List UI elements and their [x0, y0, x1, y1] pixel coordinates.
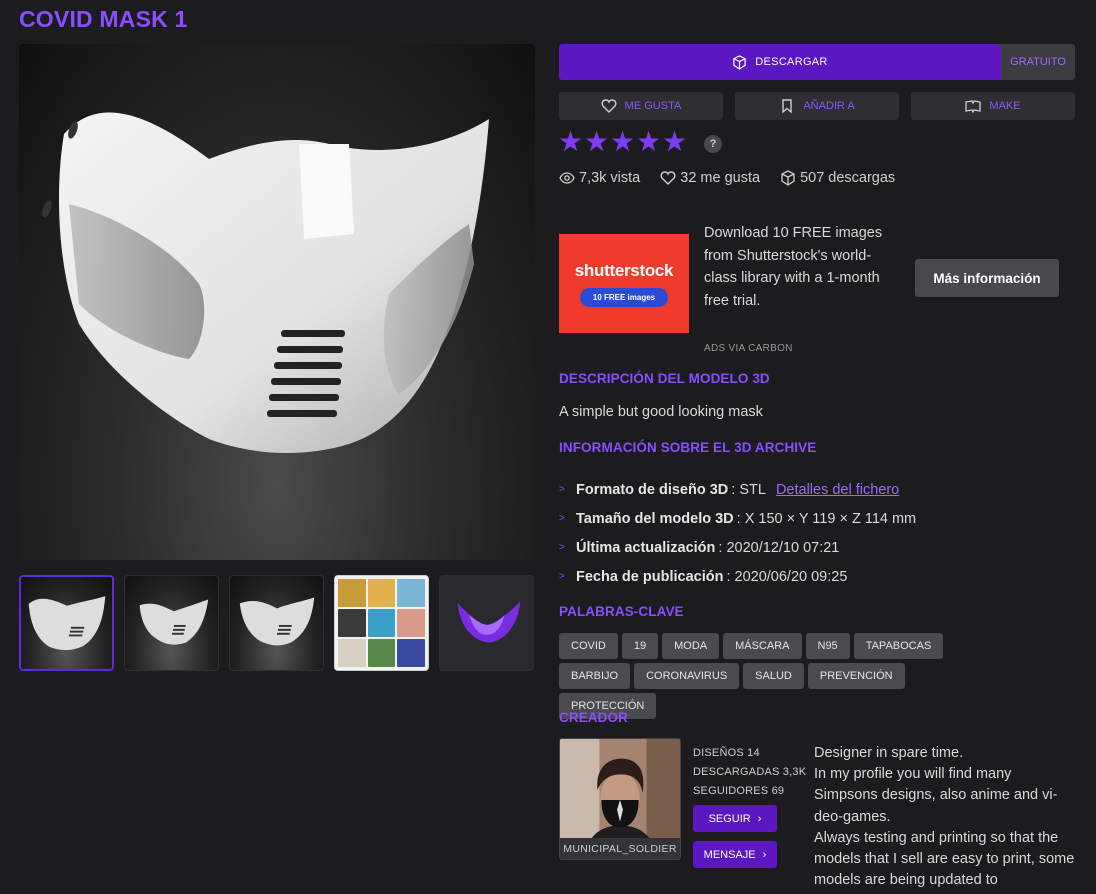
page-title: COVID MASK 1 [19, 6, 188, 32]
creator-stats: DISEÑOS 14 DESCARGADAS 3,3K SEGUIDORES 6… [693, 744, 806, 801]
description-heading: DESCRIPCIÓN DEL MODELO 3D [559, 371, 770, 386]
ad-text[interactable]: Download 10 FREE images from Shutterstoc… [704, 222, 899, 312]
bookmark-icon [782, 99, 793, 114]
bio-line: In my profile you will find many Simpson… [814, 766, 1058, 825]
heart-icon [601, 99, 617, 113]
add-to-label: AÑADIR A [803, 100, 855, 112]
keyword-tag[interactable]: MÁSCARA [723, 633, 802, 659]
downloads-stat: 507 descargas [780, 170, 895, 186]
info-size-row: > Tamaño del modelo 3D : X 150 × Y 119 ×… [559, 504, 1075, 533]
price-label: GRATUITO [1001, 44, 1075, 80]
ad-logo: shutterstock [574, 260, 674, 280]
creator-followers: SEGUIDORES 69 [693, 785, 785, 797]
ad-pill: 10 FREE images [579, 287, 669, 307]
download-bar: DESCARGAR GRATUITO [559, 44, 1075, 80]
box-icon [781, 170, 795, 186]
star-icon[interactable]: ★ [610, 128, 635, 156]
creator-designs[interactable]: DISEÑOS 14 [693, 744, 806, 763]
bio-line: Designer in spare time. [814, 745, 964, 761]
chevron-right-icon: › [757, 812, 762, 825]
info-heading: INFORMACIÓN SOBRE EL 3D ARCHIVE [559, 440, 817, 455]
mask-render-image [42, 112, 489, 454]
size-label: Tamaño del modelo 3D [576, 510, 734, 527]
download-label: DESCARGAR [755, 56, 828, 68]
star-icon[interactable]: ★ [584, 128, 609, 156]
downloads-count: 507 descargas [800, 170, 896, 186]
action-buttons: ME GUSTA AÑADIR A MAKE [559, 92, 1075, 120]
info-list: > Formato de diseño 3D : STL Detalles de… [559, 475, 1075, 591]
follow-button[interactable]: SEGUIR › [693, 805, 777, 832]
keyword-tag[interactable]: 19 [621, 633, 659, 659]
rating-stars[interactable]: ★ ★ ★ ★ ★ [558, 128, 687, 156]
chevron-right-icon: > [559, 484, 565, 495]
keyword-tag[interactable]: BARBIJO [559, 663, 631, 689]
ad-via[interactable]: ADS VIA CARBON [704, 343, 793, 354]
keyword-tag[interactable]: MODA [662, 633, 720, 659]
add-to-button[interactable]: AÑADIR A [735, 92, 899, 120]
star-icon[interactable]: ★ [636, 128, 661, 156]
eye-icon [559, 172, 575, 184]
thumbnail-2[interactable] [124, 575, 219, 671]
like-button[interactable]: ME GUSTA [559, 92, 723, 120]
message-label: MENSAJE [703, 848, 756, 861]
creator-bio: Designer in spare time. In my profile yo… [814, 743, 1079, 891]
keyword-tags: COVID 19 MODA MÁSCARA N95 TAPABOCAS BARBIJO COR… [559, 633, 999, 719]
rating-help-icon[interactable]: ? [704, 135, 722, 153]
keyword-tag[interactable]: COVID [559, 633, 618, 659]
ad-more-info-button[interactable]: Más información [915, 259, 1059, 297]
format-label: Formato de diseño 3D [576, 481, 729, 498]
info-updated-row: > Última actualización : 2020/12/10 07:2… [559, 533, 1075, 562]
chevron-right-icon: > [559, 542, 565, 553]
file-details-link[interactable]: Detalles del fichero [776, 482, 899, 498]
keyword-tag[interactable]: N95 [805, 633, 850, 659]
updated-label: Última actualización [576, 539, 716, 556]
ad-image[interactable]: shutterstock 10 FREE images [559, 234, 689, 333]
creator-heading: CREADOR [559, 710, 628, 725]
updated-value: : 2020/12/10 07:21 [718, 539, 840, 556]
bio-line: Always testing and printing so that the … [814, 829, 1075, 889]
likes-stat: 32 me gusta [660, 170, 760, 186]
download-button[interactable]: DESCARGAR [559, 44, 1001, 80]
star-icon[interactable]: ★ [558, 128, 583, 156]
likes-count: 32 me gusta [680, 170, 761, 186]
follow-label: SEGUIR [708, 812, 751, 825]
star-icon[interactable]: ★ [662, 128, 687, 156]
heart-icon [660, 171, 676, 185]
book-icon [965, 100, 982, 114]
keywords-heading: PALABRAS-CLAVE [559, 604, 684, 619]
thumbnail-3[interactable] [229, 575, 324, 671]
keyword-tag[interactable]: TAPABOCAS [853, 633, 944, 659]
views-count: 7,3k vista [579, 170, 641, 186]
info-published-row: > Fecha de publicación : 2020/06/20 09:2… [559, 562, 1075, 591]
size-value: : X 150 × Y 119 × Z 114 mm [736, 510, 917, 527]
creator-name[interactable]: MUNICIPAL_SOLDIER [559, 838, 681, 860]
model-viewer[interactable] [19, 44, 535, 560]
views-stat: 7,3k vista [559, 170, 640, 186]
published-value: : 2020/06/20 09:25 [726, 568, 848, 585]
make-label: MAKE [989, 100, 1021, 112]
stats-row: 7,3k vista 32 me gusta 507 descargas [559, 170, 915, 186]
like-label: ME GUSTA [624, 100, 682, 112]
make-button[interactable]: MAKE [911, 92, 1075, 120]
creator-downloads: DESCARGADAS 3,3K [693, 766, 807, 778]
description-text: A simple but good looking mask [559, 404, 763, 420]
chevron-right-icon: > [559, 513, 565, 524]
format-value: : STL [731, 481, 766, 498]
box-icon [733, 54, 747, 70]
message-button[interactable]: MENSAJE › [693, 841, 777, 868]
keyword-tag[interactable]: PREVENCIÓN [807, 663, 905, 689]
thumbnail-strip [19, 575, 535, 671]
keyword-tag[interactable]: CORONAVIRUS [634, 663, 740, 689]
chevron-right-icon: > [559, 571, 565, 582]
keyword-tag[interactable]: SALUD [743, 663, 804, 689]
thumbnail-4[interactable] [334, 575, 429, 671]
chevron-right-icon: › [762, 848, 767, 861]
thumbnail-1[interactable] [19, 575, 114, 671]
thumbnail-5[interactable] [439, 575, 534, 671]
info-format-row: > Formato de diseño 3D : STL Detalles de… [559, 475, 1075, 504]
published-label: Fecha de publicación [576, 568, 724, 585]
